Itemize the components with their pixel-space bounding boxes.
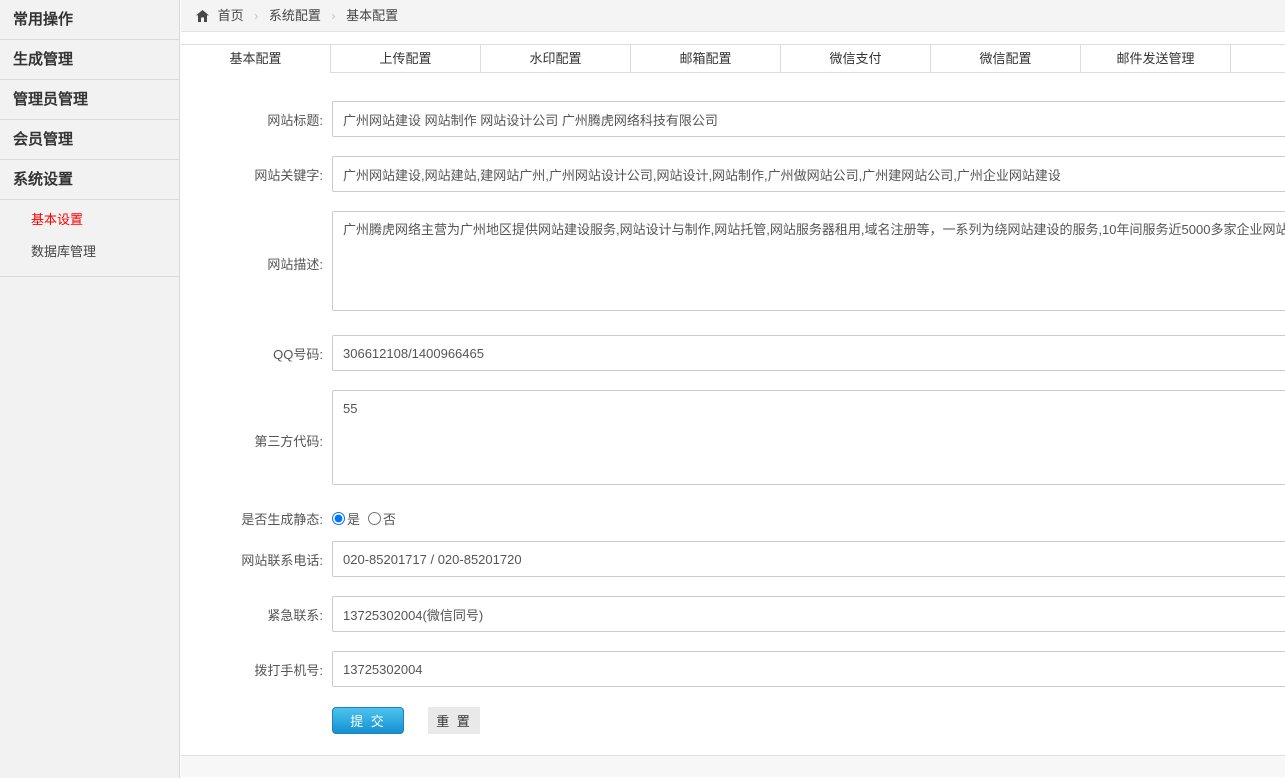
form-row-description: 网站描述: 广州腾虎网络主营为广州地区提供网站建设服务,网站设计与制作,网站托管… — [181, 211, 1285, 316]
page-footer — [181, 755, 1285, 777]
sidebar-item-generate-mgmt[interactable]: 生成管理 — [0, 40, 179, 80]
tab-bar: 基本配置 上传配置 水印配置 邮箱配置 微信支付 微信配置 邮件发送管理 — [181, 44, 1285, 73]
emergency-contact-input[interactable] — [332, 596, 1285, 632]
tab-basic-config[interactable]: 基本配置 — [181, 45, 331, 73]
form-row-keywords: 网站关键字: — [181, 156, 1285, 192]
dial-mobile-label: 拨打手机号: — [181, 660, 328, 679]
main-area: 首页 › 系统配置 › 基本配置 基本配置 上传配置 水印配置 邮箱配置 微信支… — [181, 0, 1285, 777]
breadcrumb: 首页 › 系统配置 › 基本配置 — [181, 0, 1285, 32]
form-row-emergency-contact: 紧急联系: — [181, 596, 1285, 632]
form-actions: 提 交 重 置 — [332, 707, 1285, 734]
sidebar-subitem-database-mgmt[interactable]: 数据库管理 — [0, 236, 179, 268]
third-party-code-textarea[interactable]: 55 — [332, 390, 1285, 485]
tab-mail-send-mgmt[interactable]: 邮件发送管理 — [1081, 45, 1231, 73]
sidebar-item-common-ops[interactable]: 常用操作 — [0, 0, 179, 40]
description-textarea[interactable]: 广州腾虎网络主营为广州地区提供网站建设服务,网站设计与制作,网站托管,网站服务器… — [332, 211, 1285, 311]
tab-wechat-config[interactable]: 微信配置 — [931, 45, 1081, 73]
form-row-contact-phone: 网站联系电话: — [181, 541, 1285, 577]
sidebar-subitem-basic-settings[interactable]: 基本设置 — [0, 204, 179, 236]
content-panel: 基本配置 上传配置 水印配置 邮箱配置 微信支付 微信配置 邮件发送管理 网站标… — [181, 32, 1285, 755]
breadcrumb-separator: › — [254, 9, 258, 23]
tab-upload-config[interactable]: 上传配置 — [331, 45, 481, 73]
form-row-site-title: 网站标题: — [181, 101, 1285, 137]
reset-button[interactable]: 重 置 — [428, 707, 480, 734]
site-title-label: 网站标题: — [181, 110, 328, 129]
form-row-dial-mobile: 拨打手机号: — [181, 651, 1285, 687]
form-row-qq: QQ号码: — [181, 335, 1285, 371]
form-row-static-gen: 是否生成静态: 是 否 — [181, 509, 1285, 528]
dial-mobile-input[interactable] — [332, 651, 1285, 687]
static-gen-yes-radio[interactable] — [332, 512, 345, 525]
static-gen-yes-label: 是 — [347, 509, 360, 528]
contact-phone-input[interactable] — [332, 541, 1285, 577]
sidebar-item-admin-mgmt[interactable]: 管理员管理 — [0, 80, 179, 120]
breadcrumb-home[interactable]: 首页 — [218, 8, 244, 23]
contact-phone-label: 网站联系电话: — [181, 550, 328, 569]
third-party-code-label: 第三方代码: — [181, 431, 328, 450]
qq-label: QQ号码: — [181, 344, 328, 363]
description-label: 网站描述: — [181, 254, 328, 273]
sidebar: 常用操作 生成管理 管理员管理 会员管理 系统设置 基本设置 数据库管理 — [0, 0, 180, 778]
emergency-contact-label: 紧急联系: — [181, 605, 328, 624]
static-gen-no-label: 否 — [383, 509, 396, 528]
qq-input[interactable] — [332, 335, 1285, 371]
keywords-label: 网站关键字: — [181, 165, 328, 184]
basic-config-form: 网站标题: 网站关键字: 网站描述: 广州腾虎网络主营为广州地区提供网站建设服务… — [181, 101, 1285, 734]
breadcrumb-separator: › — [332, 9, 336, 23]
sidebar-item-member-mgmt[interactable]: 会员管理 — [0, 120, 179, 160]
tab-mailbox-config[interactable]: 邮箱配置 — [631, 45, 781, 73]
form-row-third-party-code: 第三方代码: 55 — [181, 390, 1285, 490]
static-gen-no-radio[interactable] — [368, 512, 381, 525]
keywords-input[interactable] — [332, 156, 1285, 192]
breadcrumb-system-config[interactable]: 系统配置 — [269, 8, 321, 23]
static-gen-label: 是否生成静态: — [181, 509, 328, 528]
home-icon — [196, 2, 209, 33]
tab-watermark-config[interactable]: 水印配置 — [481, 45, 631, 73]
site-title-input[interactable] — [332, 101, 1285, 137]
tab-partial[interactable] — [1231, 45, 1285, 73]
sidebar-item-system-settings[interactable]: 系统设置 — [0, 160, 179, 200]
submit-button[interactable]: 提 交 — [332, 707, 404, 734]
tab-wechat-pay[interactable]: 微信支付 — [781, 45, 931, 73]
sidebar-submenu: 基本设置 数据库管理 — [0, 200, 179, 277]
breadcrumb-basic-config[interactable]: 基本配置 — [346, 8, 398, 23]
